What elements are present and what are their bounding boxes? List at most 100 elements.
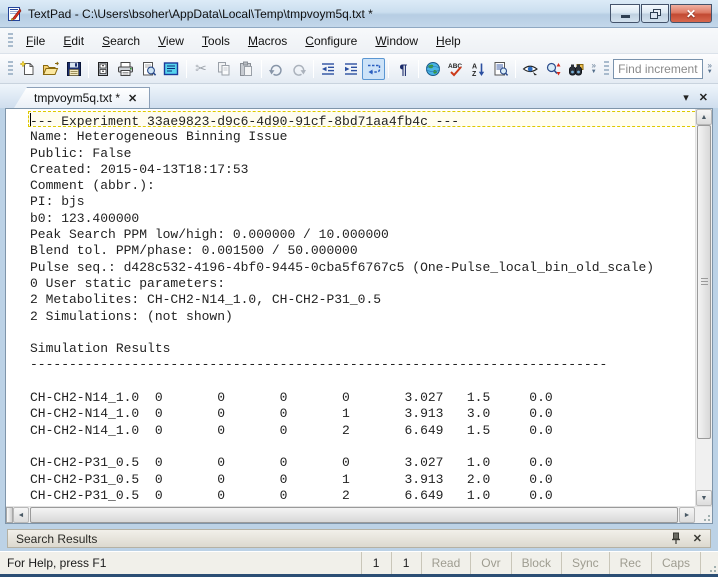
menu-search[interactable]: Search	[93, 30, 149, 52]
scroll-left-arrow[interactable]: ◄	[13, 507, 29, 523]
editor-line[interactable]: CH-CH2-P31_0.5 0 0 0 2 6.649 1.0 0.0	[6, 486, 695, 503]
menu-window[interactable]: Window	[366, 30, 427, 52]
editor-line[interactable]: b0: 123.400000	[6, 209, 695, 226]
toolbar-grip[interactable]	[8, 60, 13, 77]
indent-button[interactable]	[340, 58, 363, 80]
editor-line[interactable]	[6, 372, 695, 388]
menu-macros[interactable]: Macros	[239, 30, 296, 52]
editor-line[interactable]: CH-CH2-N14_1.0 0 0 0 2 6.649 1.5 0.0	[6, 421, 695, 438]
scroll-right-arrow[interactable]: ►	[679, 507, 695, 523]
editor-line[interactable]: Public: False	[6, 144, 695, 161]
formatting-marks-button[interactable]: ¶	[392, 58, 415, 80]
paste-button[interactable]	[235, 58, 258, 80]
editor-line[interactable]: 2 Metabolites: CH-CH2-N14_1.0, CH-CH2-P3…	[6, 290, 695, 307]
status-rec-toggle[interactable]: Rec	[608, 552, 651, 574]
editor-line[interactable]: Pulse seq.: d428c532-4196-4bf0-9445-0cba…	[6, 258, 695, 275]
find-in-browser-button[interactable]	[565, 58, 588, 80]
spell-check-button[interactable]: ABC	[444, 58, 467, 80]
vertical-scroll-thumb[interactable]	[697, 125, 711, 439]
status-caps-toggle[interactable]: Caps	[650, 552, 700, 574]
search-panel-close-icon[interactable]: ✕	[693, 532, 702, 545]
status-sync-toggle[interactable]: Sync	[560, 552, 609, 574]
menu-configure[interactable]: Configure	[296, 30, 366, 52]
outdent-button[interactable]	[317, 58, 340, 80]
print-button[interactable]	[115, 58, 138, 80]
view-search-button[interactable]	[519, 58, 542, 80]
word-wrap-icon	[367, 64, 380, 74]
restore-button[interactable]	[641, 4, 669, 23]
find-in-files-button[interactable]	[490, 58, 513, 80]
tab-tmpvoym5q[interactable]: tmpvoym5q.txt * ✕	[14, 87, 151, 108]
toolbar-overflow-chevron[interactable]: » ▼	[587, 57, 600, 81]
sort-az-button[interactable]: A Z	[467, 58, 490, 80]
minimize-button[interactable]	[610, 4, 640, 23]
new-file-button[interactable]	[17, 58, 40, 80]
editor-line[interactable]: Blend tol. PPM/phase: 0.001500 / 50.0000…	[6, 241, 695, 258]
cut-button[interactable]: ✂	[190, 58, 213, 80]
menu-help[interactable]: Help	[427, 30, 470, 52]
statusbar-resize-grip[interactable]	[700, 552, 718, 574]
find-toolbar-overflow-chevron[interactable]: » ▼	[703, 57, 716, 81]
horizontal-splitter-handle[interactable]	[6, 507, 13, 523]
editor-line[interactable]: 0 User static parameters:	[6, 274, 695, 291]
indent-icon	[344, 62, 357, 75]
editor-line[interactable]: 2 Simulations: (not shown)	[6, 307, 695, 324]
find-toolbar-grip[interactable]	[604, 60, 610, 77]
spell-check-icon: ABC	[448, 63, 463, 76]
copy-button[interactable]	[212, 58, 235, 80]
find-in-files-icon	[494, 61, 509, 76]
editor-line[interactable]: CH-CH2-N14_1.0 0 0 0 0 3.027 1.5 0.0	[6, 388, 695, 405]
status-read-toggle[interactable]: Read	[420, 552, 471, 574]
tab-list-dropdown[interactable]: ▾	[683, 91, 689, 104]
editor-line[interactable]: CH-CH2-N14_1.0 0 0 0 1 3.913 3.0 0.0	[6, 404, 695, 421]
menu-file[interactable]: File	[17, 30, 54, 52]
vertical-scroll-track[interactable]	[696, 125, 712, 490]
redo-button[interactable]	[287, 58, 310, 80]
close-button[interactable]: ✕	[670, 4, 712, 23]
menubar-grip[interactable]	[8, 32, 13, 49]
scroll-down-arrow[interactable]: ▼	[696, 490, 712, 506]
title-bar[interactable]: TextPad - C:\Users\bsoher\AppData\Local\…	[0, 0, 718, 28]
horizontal-scroll-thumb[interactable]	[30, 507, 678, 523]
save-button[interactable]	[62, 58, 85, 80]
menu-view[interactable]: View	[149, 30, 193, 52]
editor-line[interactable]	[6, 437, 695, 453]
editor-line[interactable]: Comment (abbr.):	[6, 176, 695, 193]
pin-icon[interactable]	[671, 532, 681, 545]
editor-line[interactable]	[6, 323, 695, 339]
toolbar-separator	[417, 59, 419, 78]
undo-button[interactable]	[265, 58, 288, 80]
editor-line[interactable]: PI: bjs	[6, 192, 695, 209]
status-line-number: 1	[360, 552, 391, 574]
tab-close-icon[interactable]: ✕	[128, 92, 137, 105]
textpad-window: TextPad - C:\Users\bsoher\AppData\Local\…	[0, 0, 718, 577]
print-icon	[118, 61, 134, 76]
editor-line[interactable]: CH-CH2-P31_0.5 0 0 0 0 3.027 1.0 0.0	[6, 453, 695, 470]
editor-line[interactable]: Created: 2015-04-13T18:17:53	[6, 160, 695, 177]
menu-tools[interactable]: Tools	[193, 30, 239, 52]
undo-icon	[268, 64, 282, 76]
vertical-scrollbar[interactable]: ▲ ▼	[695, 109, 712, 506]
editor-line[interactable]: Simulation Results	[6, 339, 695, 356]
editor-current-line[interactable]: --- Experiment 33ae9823-d9c6-4d90-91cf-8…	[28, 111, 695, 129]
web-browse-button[interactable]	[422, 58, 445, 80]
replace-button[interactable]	[542, 58, 565, 80]
status-block-toggle[interactable]: Block	[510, 552, 561, 574]
find-incrementally-input[interactable]	[613, 58, 704, 79]
menu-edit[interactable]: Edit	[54, 30, 93, 52]
print-preview-button[interactable]	[137, 58, 160, 80]
editor-line[interactable]: Name: Heterogeneous Binning Issue	[6, 127, 695, 144]
word-wrap-button[interactable]	[362, 57, 385, 80]
text-editor-surface[interactable]: --- Experiment 33ae9823-d9c6-4d90-91cf-8…	[6, 109, 695, 506]
editor-line[interactable]: CH-CH2-P31_0.5 0 0 0 1 3.913 2.0 0.0	[6, 470, 695, 487]
editor-line[interactable]: Peak Search PPM low/high: 0.000000 / 10.…	[6, 225, 695, 242]
status-ovr-toggle[interactable]: Ovr	[470, 552, 510, 574]
open-file-button[interactable]	[40, 58, 63, 80]
search-results-panel[interactable]: Search Results ✕	[7, 529, 711, 548]
editor-line[interactable]: ----------------------------------------…	[6, 355, 695, 372]
tabbar-close-icon[interactable]: ✕	[699, 91, 708, 104]
scroll-up-arrow[interactable]: ▲	[696, 109, 712, 125]
clip-library-button[interactable]	[160, 58, 183, 80]
document-drawer-button[interactable]	[92, 58, 115, 80]
resize-grip-icon[interactable]	[701, 512, 710, 521]
